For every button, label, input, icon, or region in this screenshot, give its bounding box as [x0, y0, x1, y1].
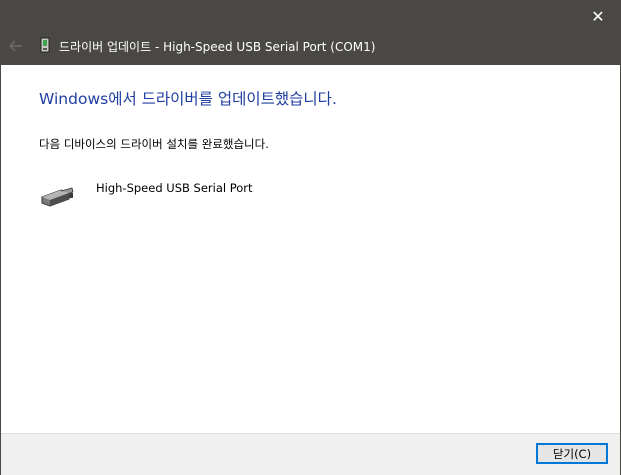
- device-name: High-Speed USB Serial Port: [96, 181, 253, 195]
- title-bar: ✕ 드라이버 업데이트 - High-Speed USB Serial Port…: [1, 1, 620, 65]
- status-heading: Windows에서 드라이버를 업데이트했습니다.: [39, 90, 337, 108]
- window-close-button[interactable]: ✕: [576, 1, 620, 31]
- driver-update-window: ✕ 드라이버 업데이트 - High-Speed USB Serial Port…: [0, 0, 621, 475]
- driver-update-icon: [40, 37, 50, 53]
- dialog-footer: 닫기(C): [1, 433, 620, 475]
- main-content: Windows에서 드라이버를 업데이트했습니다. 다음 디바이스의 드라이버 …: [1, 65, 620, 433]
- status-description: 다음 디바이스의 드라이버 설치를 완료했습니다.: [39, 137, 269, 151]
- close-icon: ✕: [591, 6, 605, 26]
- window-title: 드라이버 업데이트 - High-Speed USB Serial Port (…: [59, 40, 376, 54]
- close-dialog-button[interactable]: 닫기(C): [536, 443, 608, 464]
- usb-serial-connector-icon: [41, 187, 74, 207]
- back-arrow-icon[interactable]: [7, 37, 25, 55]
